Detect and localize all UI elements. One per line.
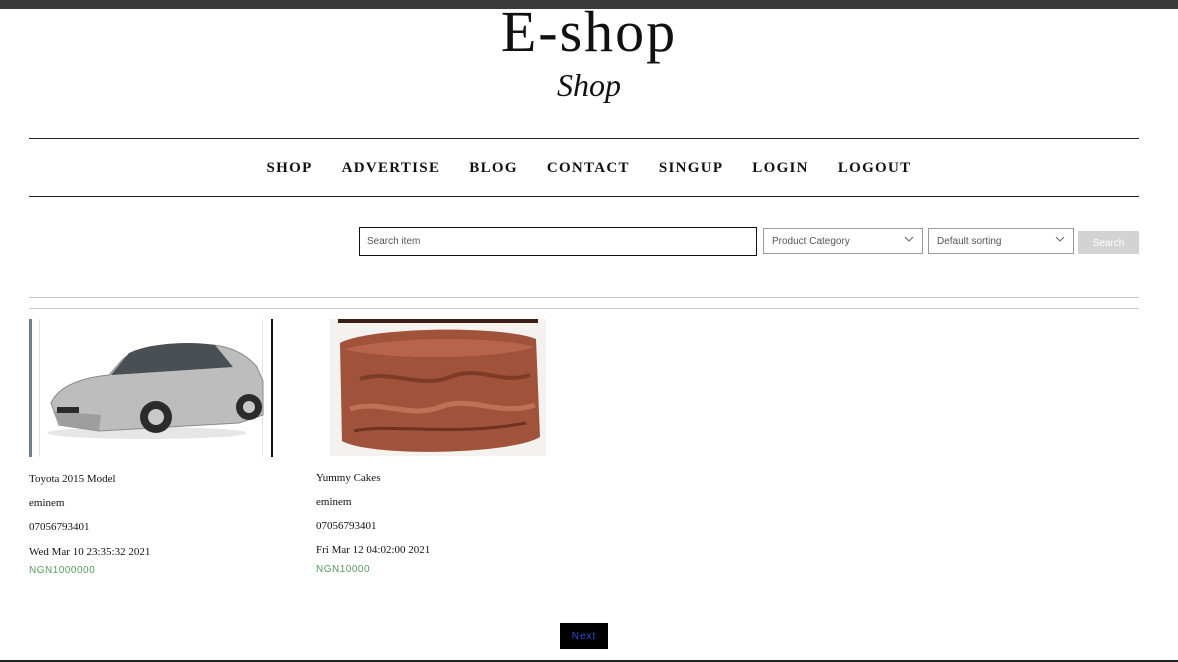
nav-item-advertise[interactable]: ADVERTISE (342, 157, 441, 179)
product-date: Fri Mar 12 04:02:00 2021 (316, 544, 431, 556)
product-image-cake[interactable] (330, 319, 546, 456)
chevron-down-icon (904, 236, 914, 242)
product-price: NGN1000000 (29, 565, 96, 576)
search-input[interactable] (359, 227, 757, 256)
product-image-car[interactable] (29, 319, 274, 457)
results-top-divider (29, 297, 1139, 298)
product-seller: eminem (316, 496, 352, 508)
site-title: E-shop (500, 0, 678, 64)
product-seller: eminem (29, 497, 65, 509)
product-date: Wed Mar 10 23:35:32 2021 (29, 546, 151, 558)
search-button[interactable]: Search (1078, 231, 1139, 254)
product-name[interactable]: Yummy Cakes (316, 472, 380, 484)
product-card[interactable]: Toyota 2015 Model eminem 07056793401 Wed… (29, 319, 279, 579)
nav-item-contact[interactable]: CONTACT (547, 157, 630, 179)
product-price: NGN10000 (316, 564, 371, 575)
product-phone: 07056793401 (29, 521, 90, 533)
results-divider (29, 308, 1139, 309)
car-image (29, 319, 274, 457)
product-card[interactable]: Yummy Cakes eminem 07056793401 Fri Mar 1… (316, 319, 566, 579)
site-subtitle: Shop (557, 67, 621, 103)
next-page-button[interactable]: Next (560, 623, 608, 649)
main-nav: SHOP ADVERTISE BLOG CONTACT SINGUP LOGIN… (0, 157, 1178, 179)
category-select[interactable]: Product Category (763, 228, 923, 254)
product-name[interactable]: Toyota 2015 Model (29, 473, 116, 485)
nav-item-blog[interactable]: BLOG (469, 157, 518, 179)
nav-top-divider (29, 138, 1139, 139)
product-phone: 07056793401 (316, 520, 377, 532)
nav-item-login[interactable]: LOGIN (752, 157, 809, 179)
sorting-select[interactable]: Default sorting (928, 228, 1074, 254)
cake-image (330, 319, 546, 456)
nav-item-logout[interactable]: LOGOUT (838, 157, 912, 179)
chevron-down-icon (1055, 236, 1065, 242)
sorting-select-label: Default sorting (937, 235, 1002, 247)
category-select-label: Product Category (772, 235, 850, 247)
nav-item-shop[interactable]: SHOP (267, 157, 313, 179)
nav-item-signup[interactable]: SINGUP (659, 157, 723, 179)
nav-bottom-divider (29, 196, 1139, 197)
